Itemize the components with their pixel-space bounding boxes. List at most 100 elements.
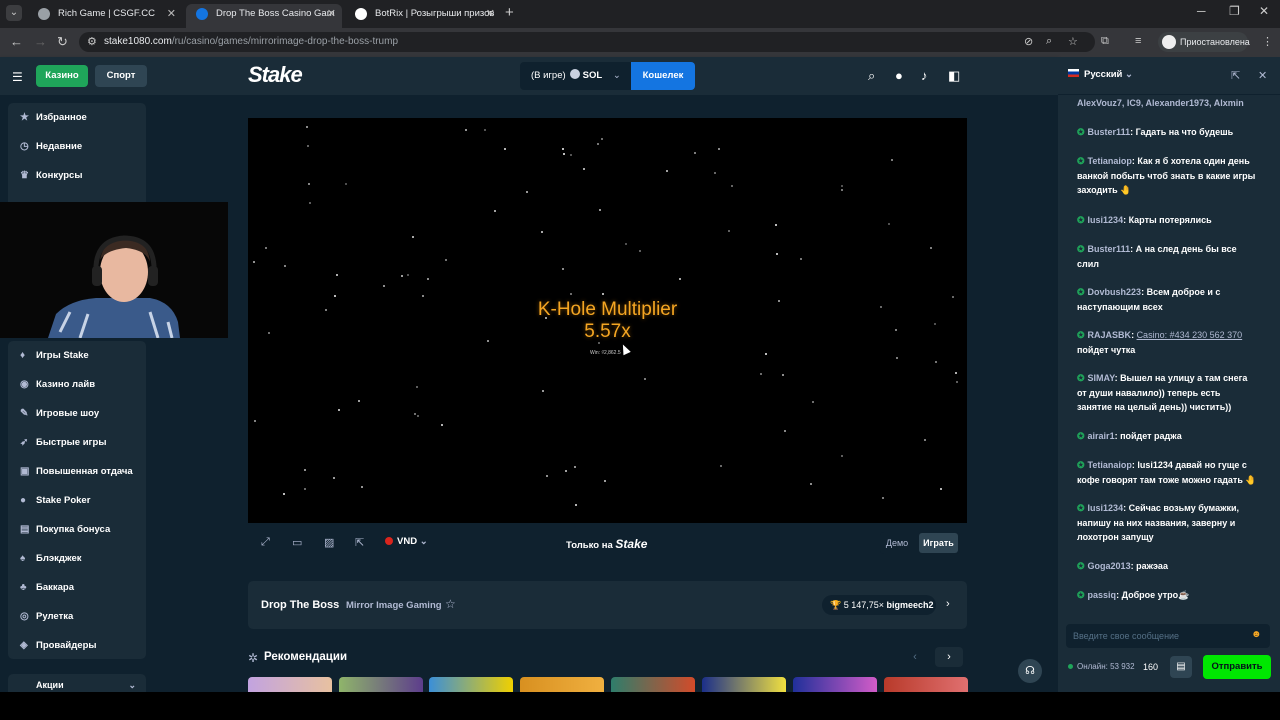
close-icon[interactable]: ✕ bbox=[486, 4, 495, 24]
sidebar-item-fast-games[interactable]: ➶ Быстрые игры bbox=[8, 428, 146, 457]
maximize-icon[interactable]: ❐ bbox=[1229, 4, 1240, 18]
star-particle bbox=[810, 483, 812, 485]
sidebar-item-promotions[interactable]: Акции ⌄ bbox=[8, 674, 146, 692]
support-icon[interactable]: ☊ bbox=[1018, 659, 1042, 683]
chat-message: ✪ RAJASBK: Casino: #434 230 562 370 пойде… bbox=[1077, 330, 1243, 355]
new-tab-button[interactable]: + bbox=[505, 4, 514, 21]
star-particle bbox=[666, 170, 668, 172]
game-thumbnail[interactable] bbox=[611, 677, 695, 692]
play-button[interactable]: Играть bbox=[919, 533, 958, 553]
close-icon[interactable]: ✕ bbox=[327, 4, 336, 24]
close-window-icon[interactable]: ✕ bbox=[1259, 4, 1269, 18]
currency-selector[interactable]: VND ⌄ bbox=[385, 536, 428, 547]
wallet-button[interactable]: Кошелек bbox=[631, 62, 695, 90]
game-thumbnail[interactable] bbox=[702, 677, 786, 692]
star-particle bbox=[284, 265, 286, 267]
star-particle bbox=[542, 390, 544, 392]
back-icon[interactable]: ← bbox=[10, 34, 23, 49]
star-particle bbox=[306, 126, 308, 128]
record-badge[interactable]: 🏆 5 147,75× bigmeech2 bbox=[822, 595, 936, 615]
profile-button[interactable]: Приостановлена bbox=[1158, 32, 1250, 52]
chat-message-input[interactable]: Введите свое сообщение bbox=[1066, 624, 1270, 648]
game-thumbnail[interactable] bbox=[339, 677, 423, 692]
star-particle bbox=[924, 439, 926, 441]
sidebar-item-providers[interactable]: ◈ Провайдеры bbox=[8, 631, 146, 660]
game-provider[interactable]: Mirror Image Gaming bbox=[346, 600, 442, 611]
demo-button[interactable]: Демо bbox=[881, 533, 913, 553]
casino-button[interactable]: Казино bbox=[36, 65, 88, 87]
sidebar-item-bonus-buy[interactable]: ▤ Покупка бонуса bbox=[8, 515, 146, 544]
site-info-icon[interactable]: ⚙ bbox=[87, 35, 97, 48]
star-particle bbox=[583, 168, 585, 170]
bookmark-star-icon[interactable]: ☆ bbox=[1068, 35, 1078, 48]
game-thumbnail[interactable] bbox=[429, 677, 513, 692]
extensions-icon[interactable]: ⧉ bbox=[1101, 35, 1109, 48]
chevron-right-icon[interactable]: › bbox=[946, 598, 950, 610]
tab-search-icon[interactable]: ⌄ bbox=[6, 5, 22, 21]
search-icon[interactable]: ⌕ bbox=[868, 68, 875, 84]
fullscreen-icon[interactable]: ⤢ bbox=[261, 536, 270, 549]
sidebar-item-baccarat[interactable]: ♣ Баккара bbox=[8, 573, 146, 602]
sidebar-item-favorites[interactable]: ★ Избранное bbox=[8, 103, 146, 132]
send-button[interactable]: Отправить bbox=[1203, 655, 1271, 679]
stake-logo[interactable]: Stake bbox=[248, 62, 303, 88]
chat-message: ✪ passiq: Доброе утро☕ bbox=[1077, 590, 1190, 600]
tab-rich-game[interactable]: Rich Game | CSGF.CC ✕ bbox=[28, 4, 182, 28]
rocket-icon: ➶ bbox=[20, 437, 29, 448]
game-thumbnail[interactable] bbox=[884, 677, 968, 692]
star-particle bbox=[604, 480, 606, 482]
minimize-icon[interactable]: ─ bbox=[1197, 4, 1206, 18]
eye-off-icon[interactable]: ⊘ bbox=[1024, 35, 1033, 48]
url-text[interactable]: stake1080.com/ru/casino/games/mirrorimag… bbox=[104, 36, 398, 47]
sidebar-item-stake-poker[interactable]: ● Stake Poker bbox=[8, 486, 146, 515]
star-icon: ✪ bbox=[1077, 156, 1085, 166]
popout-icon[interactable]: ⇱ bbox=[355, 536, 364, 549]
sidebar-item-boosted-rtp[interactable]: ▣ Повышенная отдача bbox=[8, 457, 146, 486]
menu-dots-icon[interactable]: ⋮ bbox=[1262, 35, 1273, 48]
star-particle bbox=[602, 293, 604, 295]
sidebar-item-contests[interactable]: ♛ Конкурсы bbox=[8, 161, 146, 190]
chat-toggle-icon[interactable]: ◧ bbox=[948, 68, 960, 84]
popout-icon[interactable]: ⇱ bbox=[1231, 69, 1240, 82]
zoom-icon[interactable]: ⌕ bbox=[1046, 35, 1052, 48]
gear-icon: ✲ bbox=[248, 651, 259, 665]
game-thumbnail[interactable] bbox=[793, 677, 877, 692]
language-selector[interactable]: Русский ⌄ bbox=[1068, 69, 1133, 80]
sidebar-item-roulette[interactable]: ◎ Рулетка bbox=[8, 602, 146, 631]
prev-arrow-button[interactable]: ‹ bbox=[901, 647, 929, 667]
game-thumbnail[interactable] bbox=[520, 677, 604, 692]
tab-botrix[interactable]: BotRix | Розыгрыши призов ✕ bbox=[345, 4, 501, 28]
star-particle bbox=[562, 148, 564, 150]
theatre-mode-icon[interactable]: ▭ bbox=[292, 536, 302, 549]
wallet-selector[interactable]: (В игре) SOL ⌄ bbox=[520, 62, 632, 90]
media-icon[interactable]: ≡ bbox=[1135, 35, 1141, 47]
char-count: 160 bbox=[1143, 662, 1159, 672]
sidebar-item-recent[interactable]: ◷ Недавние bbox=[8, 132, 146, 161]
sidebar-item-game-shows[interactable]: ✎ Игровые шоу bbox=[8, 399, 146, 428]
sol-coin-icon bbox=[569, 69, 580, 79]
star-particle bbox=[720, 465, 722, 467]
sidebar-item-stake-games[interactable]: ♦ Игры Stake bbox=[8, 341, 146, 370]
star-particle bbox=[417, 415, 419, 417]
sidebar-item-blackjack[interactable]: ♠ Блэкджек bbox=[8, 544, 146, 573]
hamburger-icon[interactable]: ☰ bbox=[12, 70, 23, 84]
favorite-star-icon[interactable]: ☆ bbox=[445, 597, 456, 611]
game-thumbnail[interactable] bbox=[248, 677, 332, 692]
close-icon[interactable]: ✕ bbox=[1258, 69, 1267, 82]
star-particle bbox=[441, 424, 443, 426]
stats-icon[interactable]: ▨ bbox=[324, 536, 334, 549]
sidebar-item-live-casino[interactable]: ◉ Казино лайв bbox=[8, 370, 146, 399]
close-icon[interactable]: ✕ bbox=[167, 4, 176, 24]
sport-button[interactable]: Спорт bbox=[95, 65, 147, 87]
next-arrow-button[interactable]: › bbox=[935, 647, 963, 667]
tab-drop-the-boss[interactable]: Drop The Boss Casino Gam ✕ bbox=[186, 4, 342, 28]
user-icon[interactable]: ● bbox=[895, 68, 903, 83]
emoji-icon[interactable]: ☻ bbox=[1251, 629, 1262, 640]
cards-icon: ♠ bbox=[20, 553, 26, 564]
star-particle bbox=[307, 145, 309, 147]
star-particle bbox=[952, 296, 954, 298]
bell-icon[interactable]: ♪ bbox=[921, 68, 928, 83]
reload-icon[interactable]: ↻ bbox=[57, 34, 68, 50]
forward-icon[interactable]: → bbox=[34, 34, 47, 49]
rules-icon[interactable]: ▤ bbox=[1170, 656, 1192, 678]
